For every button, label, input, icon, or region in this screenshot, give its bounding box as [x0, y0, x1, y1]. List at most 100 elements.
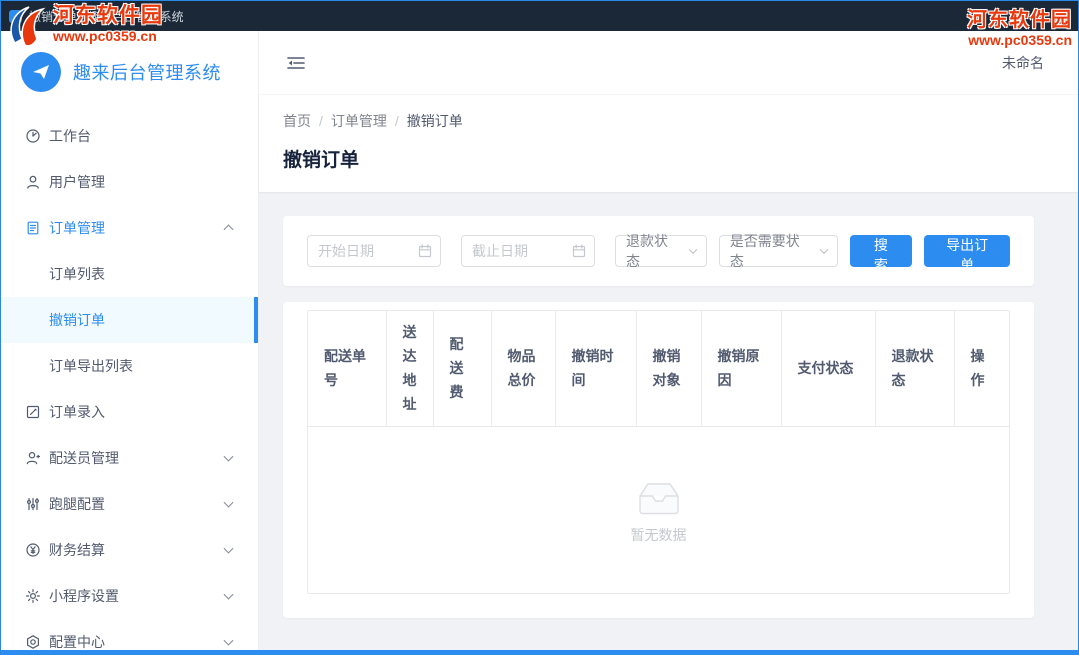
app-icon: [9, 10, 22, 23]
sidebar-item-miniapp-settings[interactable]: 小程序设置: [1, 573, 258, 619]
topbar: 未命名: [259, 31, 1078, 95]
close-icon: [1052, 11, 1063, 22]
empty-text: 暂无数据: [631, 525, 687, 545]
collapse-menu-icon: [286, 55, 306, 71]
chevron-up-icon: [224, 224, 234, 234]
chevron-down-icon: [819, 246, 827, 254]
window-title: 撤销订单 - 趣来后台管理系统: [29, 8, 184, 25]
app-window: 撤销订单 - 趣来后台管理系统 趣来后台管理系统: [0, 0, 1079, 655]
window-controls: [952, 1, 1078, 31]
column-header: 物品总价: [491, 311, 555, 426]
export-orders-button[interactable]: 导出订单: [924, 235, 1010, 267]
sidebar-subitem-label: 订单列表: [49, 264, 105, 284]
content-area: 退款状态 是否需要状态 搜 索 导出订单: [259, 192, 1078, 655]
main-panel: 未命名 首页 / 订单管理 / 撤销订单 撤销订单: [259, 31, 1078, 655]
breadcrumb-current: 撤销订单: [407, 111, 463, 131]
column-header: 配送费: [433, 311, 491, 426]
sidebar-subitem-label: 订单导出列表: [49, 356, 133, 376]
dashboard-icon: [25, 128, 41, 144]
close-button[interactable]: [1036, 1, 1078, 31]
current-user[interactable]: 未命名: [1002, 53, 1058, 73]
minimize-button[interactable]: [952, 1, 994, 31]
chevron-down-icon: [224, 544, 234, 554]
search-button[interactable]: 搜 索: [850, 235, 913, 267]
chevron-down-icon: [224, 636, 234, 646]
empty-state: 暂无数据: [308, 427, 1009, 593]
sidebar-item-users[interactable]: 用户管理: [1, 159, 258, 205]
column-header: 撤销对象: [636, 311, 701, 426]
minimize-icon: [968, 16, 979, 17]
filter-bar: 退款状态 是否需要状态 搜 索 导出订单: [283, 216, 1034, 286]
sidebar-item-label: 用户管理: [49, 172, 105, 192]
sidebar-menu: 工作台 用户管理 订单管理 订单列表: [1, 113, 258, 655]
orders-table: 配送单号 送达地址 配送费 物品总价 撤销时间 撤销对象 撤销原因 支付状态 退…: [307, 310, 1010, 594]
sidebar: 趣来后台管理系统 工作台 用户管理: [1, 31, 259, 655]
page-header: 首页 / 订单管理 / 撤销订单 撤销订单: [259, 95, 1078, 192]
sidebar-item-errand-config[interactable]: 跑腿配置: [1, 481, 258, 527]
courier-icon: [25, 450, 41, 466]
orders-table-card: 配送单号 送达地址 配送费 物品总价 撤销时间 撤销对象 撤销原因 支付状态 退…: [283, 302, 1034, 618]
sidebar-item-label: 跑腿配置: [49, 494, 105, 514]
maximize-button[interactable]: [994, 1, 1036, 31]
column-header: 操作: [954, 311, 1010, 426]
logo-icon: [21, 52, 61, 92]
chevron-down-icon: [689, 246, 697, 254]
page-title: 撤销订单: [283, 145, 1054, 172]
breadcrumb-separator: /: [319, 113, 323, 129]
breadcrumb-order-management[interactable]: 订单管理: [331, 111, 387, 131]
column-header: 撤销时间: [555, 311, 636, 426]
titlebar-left: 撤销订单 - 趣来后台管理系统: [9, 8, 184, 25]
sidebar-item-order-entry[interactable]: 订单录入: [1, 389, 258, 435]
column-header: 支付状态: [781, 311, 875, 426]
end-date-input[interactable]: [461, 235, 595, 267]
sidebar-item-finance[interactable]: 财务结算: [1, 527, 258, 573]
sidebar-item-label: 小程序设置: [49, 586, 119, 606]
bottom-accent-bar: [1, 650, 1078, 655]
start-date-field: [307, 235, 441, 267]
chevron-down-icon: [224, 498, 234, 508]
table-header-row: 配送单号 送达地址 配送费 物品总价 撤销时间 撤销对象 撤销原因 支付状态 退…: [308, 311, 1010, 426]
sidebar-subitem-order-export-list[interactable]: 订单导出列表: [1, 343, 258, 389]
column-header: 撤销原因: [701, 311, 781, 426]
chevron-down-icon: [224, 590, 234, 600]
sidebar-item-label: 配送员管理: [49, 448, 119, 468]
app-logo[interactable]: 趣来后台管理系统: [1, 31, 258, 113]
window-titlebar: 撤销订单 - 趣来后台管理系统: [1, 1, 1078, 31]
column-header: 送达地址: [386, 311, 433, 426]
document-icon: [25, 220, 41, 236]
sidebar-item-workbench[interactable]: 工作台: [1, 113, 258, 159]
breadcrumb-home[interactable]: 首页: [283, 111, 311, 131]
need-status-label: 是否需要状态: [730, 231, 811, 271]
sidebar-item-label: 订单录入: [49, 402, 105, 422]
chevron-down-icon: [224, 452, 234, 462]
sidebar-item-label: 工作台: [49, 126, 91, 146]
sidebar-item-couriers[interactable]: 配送员管理: [1, 435, 258, 481]
maximize-icon: [1010, 11, 1020, 21]
sidebar-collapse-button[interactable]: [283, 52, 309, 74]
column-header: 退款状态: [875, 311, 954, 426]
settings-icon: [25, 634, 41, 650]
active-indicator: [254, 297, 258, 343]
sidebar-item-label: 财务结算: [49, 540, 105, 560]
end-date-field: [461, 235, 595, 267]
need-status-select[interactable]: 是否需要状态: [719, 235, 838, 267]
edit-icon: [25, 404, 41, 420]
sidebar-item-label: 订单管理: [49, 218, 105, 238]
breadcrumb-separator: /: [395, 113, 399, 129]
sidebar-item-label: 配置中心: [49, 632, 105, 652]
start-date-input[interactable]: [307, 235, 441, 267]
gear-icon: [25, 588, 41, 604]
finance-icon: [25, 542, 41, 558]
breadcrumb: 首页 / 订单管理 / 撤销订单: [283, 111, 1054, 131]
sidebar-subitem-cancel-orders[interactable]: 撤销订单: [1, 297, 258, 343]
sidebar-subitem-label: 撤销订单: [49, 310, 105, 330]
column-header: 配送单号: [308, 311, 386, 426]
logo-text: 趣来后台管理系统: [73, 59, 221, 85]
sliders-icon: [25, 496, 41, 512]
refund-status-select[interactable]: 退款状态: [615, 235, 707, 267]
user-icon: [25, 174, 41, 190]
refund-status-label: 退款状态: [626, 231, 680, 271]
sidebar-item-orders[interactable]: 订单管理: [1, 205, 258, 251]
sidebar-subitem-order-list[interactable]: 订单列表: [1, 251, 258, 297]
empty-box-icon: [631, 475, 687, 515]
